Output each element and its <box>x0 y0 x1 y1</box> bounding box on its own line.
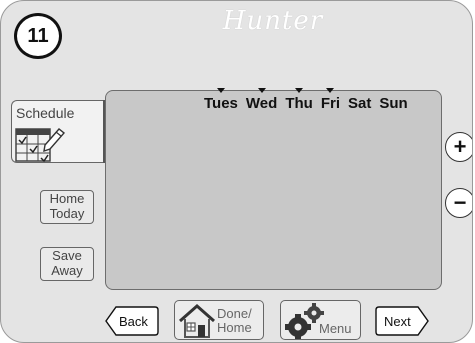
home-today-label-2: Today <box>49 206 85 221</box>
home-today-button[interactable]: Home Today <box>40 190 94 224</box>
day-marker <box>326 88 335 93</box>
increase-button[interactable]: + <box>445 132 472 162</box>
menu-button[interactable]: Menu <box>280 300 361 340</box>
back-label: Back <box>119 314 148 329</box>
day-selector: Tues Wed Thu Fri Sat Sun <box>204 88 416 112</box>
done-home-label: Done/ Home <box>217 306 252 335</box>
save-away-button[interactable]: Save Away <box>40 247 94 281</box>
calendar-pencil-icon <box>15 128 66 163</box>
day-thu[interactable]: Thu <box>285 88 313 112</box>
day-wed[interactable]: Wed <box>246 88 277 112</box>
day-tues[interactable]: Tues <box>204 88 238 112</box>
next-label: Next <box>384 314 411 329</box>
decrease-button[interactable]: − <box>445 188 472 218</box>
schedule-label: Schedule <box>16 105 75 121</box>
menu-label: Menu <box>319 321 352 336</box>
brand-logo: Hunter <box>222 6 324 36</box>
house-icon <box>179 303 215 338</box>
schedule-button[interactable]: Schedule <box>11 100 107 163</box>
thermostat-device: 11 Hunter Schedule Home Today Save Away … <box>0 0 473 343</box>
day-marker <box>216 88 225 93</box>
step-number-badge: 11 <box>14 13 62 59</box>
day-marker <box>257 88 266 93</box>
day-sun[interactable]: Sun <box>379 95 407 112</box>
done-home-button[interactable]: Done/ Home <box>174 300 264 340</box>
save-away-label-1: Save <box>52 248 82 263</box>
save-away-label-2: Away <box>51 263 83 278</box>
back-button[interactable]: Back <box>104 306 159 336</box>
next-button[interactable]: Next <box>375 306 430 336</box>
day-sat[interactable]: Sat <box>348 95 371 112</box>
day-fri[interactable]: Fri <box>321 88 340 112</box>
day-marker <box>295 88 304 93</box>
display-screen <box>105 90 442 290</box>
home-today-label-1: Home <box>49 191 85 206</box>
